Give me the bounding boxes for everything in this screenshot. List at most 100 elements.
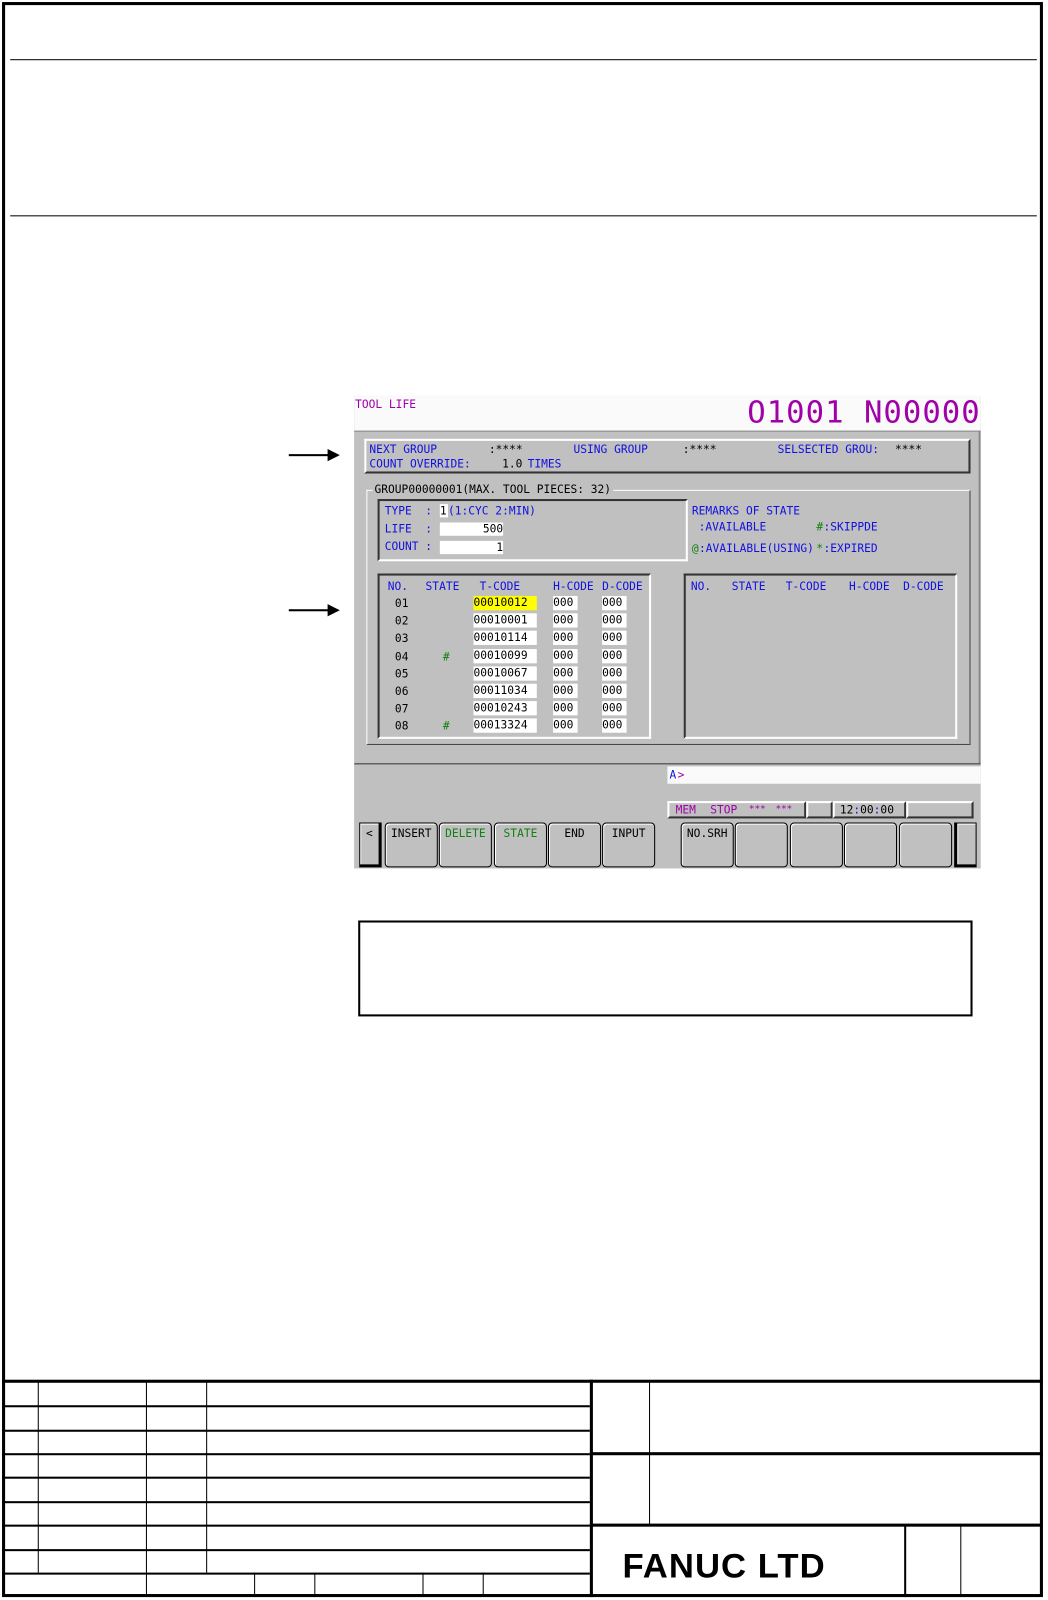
h-code-cell[interactable]: 000	[553, 718, 578, 734]
t-code-cell[interactable]: 00010012	[473, 595, 537, 611]
title-block-line	[314, 1572, 316, 1598]
divider	[10, 59, 1037, 61]
title-block-line	[206, 1380, 208, 1573]
softkey-blank[interactable]	[734, 822, 788, 868]
softkey-next[interactable]	[954, 822, 977, 868]
t-code-cell[interactable]: 00010114	[473, 631, 537, 646]
status-state: STOP	[710, 803, 738, 817]
row-number: 08	[394, 719, 409, 734]
type-label: TYPE :	[384, 504, 433, 518]
status-clock: 12:00:00	[832, 801, 907, 819]
using-group-label: USING GROUP	[573, 442, 648, 457]
count-label: COUNT :	[384, 539, 433, 554]
type-hint: (1:CYC 2:MIN)	[447, 504, 536, 518]
softkey-blank[interactable]	[843, 822, 898, 868]
title-block-line	[589, 1523, 1043, 1527]
d-code-cell[interactable]: 000	[602, 631, 627, 646]
softkey-delete[interactable]: DELETE	[438, 822, 492, 868]
count-field[interactable]: 1	[439, 540, 504, 555]
screen-title: TOOL LIFE	[355, 397, 416, 412]
table-row[interactable]: 01 00010012 000 000	[380, 595, 645, 612]
table-row[interactable]: 08 #00013324 000 000	[380, 718, 645, 735]
d-code-cell[interactable]: 000	[602, 701, 627, 716]
table-row[interactable]: 04 #00010099 000 000	[380, 648, 645, 665]
remark-using: :AVAILABLE(USING)	[699, 541, 814, 556]
softkey-blank[interactable]	[789, 822, 843, 868]
title-block-line	[2, 1524, 590, 1527]
remark-expired: :EXPIRED	[823, 541, 878, 556]
next-group-value: :****	[488, 442, 523, 457]
t-code-cell[interactable]: 00013324	[473, 718, 537, 734]
t-code-cell[interactable]: 00010067	[473, 666, 537, 681]
clock-minutes: 00	[860, 803, 874, 817]
table-row[interactable]: 05 00010067 000 000	[380, 666, 645, 682]
softkey-input[interactable]: INPUT	[602, 822, 656, 868]
h-code-cell[interactable]: 000	[553, 595, 578, 611]
t-code-cell[interactable]: 00010243	[473, 701, 537, 716]
table-row[interactable]: 06 00011034 000 000	[380, 683, 645, 700]
clock-seconds: 00	[880, 803, 894, 817]
row-number: 03	[394, 632, 409, 646]
t-code-cell[interactable]: 00011034	[473, 683, 537, 699]
d-code-cell[interactable]: 000	[602, 613, 627, 628]
softkey-state[interactable]: STATE	[493, 822, 547, 868]
type-field[interactable]: 1	[439, 504, 448, 518]
table-row[interactable]: 02 00010001 000 000	[380, 613, 645, 630]
softkey-end[interactable]: END	[548, 822, 602, 868]
clock-sep: :	[873, 803, 881, 817]
softkey-nosrh[interactable]: NO.SRH	[680, 822, 734, 868]
table-header: D-CODE	[602, 579, 643, 593]
title-block-line	[37, 1380, 39, 1573]
title-block-line	[422, 1572, 424, 1598]
h-code-cell[interactable]: 000	[553, 648, 578, 663]
d-code-cell[interactable]: 000	[602, 595, 627, 611]
life-label: LIFE :	[384, 522, 433, 536]
title-block-line	[145, 1380, 147, 1573]
row-number: 07	[394, 702, 409, 716]
title-block-line	[2, 1572, 590, 1575]
row-number: 02	[394, 614, 409, 628]
command-input[interactable]: A >	[667, 766, 981, 784]
selected-group-value: ****	[894, 442, 923, 457]
table-row[interactable]: 03 00010114 000 000	[380, 631, 645, 647]
h-code-cell[interactable]: 000	[553, 631, 578, 646]
row-number: 04	[394, 649, 409, 663]
status-mode: MEM STOP *** ***	[667, 801, 807, 819]
t-code-cell[interactable]: 00010099	[473, 648, 537, 663]
using-group-value: :****	[682, 442, 717, 457]
title-block-line	[2, 1501, 590, 1504]
d-code-cell[interactable]: 000	[602, 683, 627, 699]
company-logo: FANUC LTD	[622, 1547, 826, 1586]
cnc-screen: TOOL LIFE O1001 N00000 NEXT GROUP :**** …	[354, 395, 981, 869]
status-mode-text: MEM	[675, 803, 696, 817]
row-number: 01	[394, 596, 409, 611]
d-code-cell[interactable]: 000	[602, 666, 627, 681]
count-override-value: 1.0	[502, 457, 523, 471]
softkey-blank[interactable]	[899, 822, 953, 868]
expired-symbol: *	[816, 541, 824, 556]
title-block-line	[2, 1379, 1043, 1383]
life-field[interactable]: 500	[439, 522, 504, 536]
softkey-insert[interactable]: INSERT	[384, 822, 438, 868]
status-blank	[806, 801, 833, 819]
table-row[interactable]: 07 00010243 000 000	[380, 701, 645, 717]
d-code-cell[interactable]: 000	[602, 718, 627, 734]
title-block-line	[145, 1572, 147, 1598]
tool-table-right: NO. STATE T-CODE H-CODE D-CODE	[683, 573, 958, 739]
softkey-prev[interactable]: <	[359, 822, 382, 868]
d-code-cell[interactable]: 000	[602, 648, 627, 663]
title-block-line	[2, 1453, 590, 1456]
h-code-cell[interactable]: 000	[553, 666, 578, 681]
note-box	[358, 920, 973, 1017]
title-block-line	[2, 1405, 590, 1408]
h-code-cell[interactable]: 000	[553, 701, 578, 716]
skipped-symbol: #	[816, 520, 824, 534]
table-header: D-CODE	[903, 579, 944, 593]
t-code-cell[interactable]: 00010001	[473, 613, 537, 628]
settings-panel: TYPE : 1 (1:CYC 2:MIN) LIFE : 500 COUNT …	[377, 499, 688, 562]
remark-skipped: :SKIPPDE	[823, 520, 878, 534]
program-number: O1001 N00000	[747, 395, 981, 431]
h-code-cell[interactable]: 000	[553, 683, 578, 699]
h-code-cell[interactable]: 000	[553, 613, 578, 628]
arrow-icon	[288, 449, 340, 462]
